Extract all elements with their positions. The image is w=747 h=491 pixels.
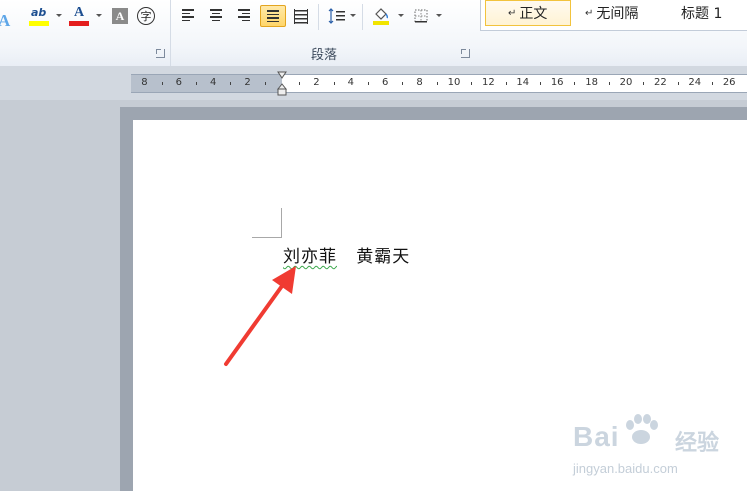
ribbon: A ab A A 字 段落 ↵ 正文 ↵ 无间隔 标题 1 bbox=[0, 0, 747, 67]
ruler-tick bbox=[333, 82, 335, 85]
ruler-number: 12 bbox=[482, 77, 495, 88]
ruler-number: 2 bbox=[313, 77, 320, 88]
enclosed-character-icon: 字 bbox=[140, 10, 152, 23]
borders-icon bbox=[414, 9, 428, 23]
styles-gallery: ↵ 正文 ↵ 无间隔 标题 1 bbox=[480, 0, 747, 31]
font-color-dropdown-icon[interactable] bbox=[96, 14, 102, 17]
align-center-button[interactable] bbox=[206, 5, 228, 27]
paragraph-mark-icon: ↵ bbox=[508, 7, 517, 19]
ruler-number: 4 bbox=[210, 77, 217, 88]
ruler-number: 20 bbox=[619, 77, 633, 88]
ruler-tick bbox=[574, 82, 576, 85]
ruler-tick bbox=[402, 82, 404, 85]
line-spacing-dropdown-icon[interactable] bbox=[350, 14, 356, 17]
highlight-icon: ab bbox=[31, 6, 47, 19]
style-label: 正文 bbox=[519, 6, 548, 22]
align-center-icon bbox=[210, 9, 222, 23]
ruler-tick bbox=[299, 82, 301, 85]
shading-button[interactable] bbox=[370, 5, 392, 27]
paragraph-separator-2 bbox=[362, 4, 363, 30]
text-name-2[interactable]: 黄霸天 bbox=[356, 247, 410, 267]
justify-button[interactable] bbox=[260, 5, 286, 27]
ruler-tick bbox=[677, 82, 679, 85]
margin-corner-mark bbox=[252, 237, 282, 238]
watermark-brand: Bai bbox=[573, 421, 620, 452]
font-group: A ab A A 字 bbox=[0, 0, 170, 66]
ruler-tick bbox=[505, 82, 507, 85]
red-arrow-annotation bbox=[224, 266, 296, 366]
ruler-number: 26 bbox=[722, 77, 736, 88]
ruler-tick bbox=[436, 82, 438, 85]
ruler-number: 18 bbox=[585, 77, 598, 88]
paragraph-group-label: 段落 bbox=[310, 48, 337, 63]
style-no-spacing[interactable]: ↵ 无间隔 bbox=[585, 0, 665, 26]
font-color-button[interactable]: A bbox=[68, 5, 90, 27]
ruler-number: 10 bbox=[447, 77, 461, 88]
align-left-icon bbox=[182, 9, 194, 23]
ruler-number: 14 bbox=[516, 77, 530, 88]
paragraph-separator bbox=[318, 4, 319, 30]
ruler-number: 22 bbox=[654, 77, 667, 88]
watermark-url: jingyan.baidu.com bbox=[573, 461, 678, 476]
paint-bucket-icon bbox=[373, 8, 389, 25]
ruler-tick bbox=[540, 82, 541, 85]
paragraph-mark-icon: ↵ bbox=[585, 7, 594, 19]
ruler-number: 4 bbox=[347, 77, 354, 88]
line-spacing-button[interactable] bbox=[326, 5, 348, 27]
style-label: 无间隔 bbox=[596, 6, 639, 22]
ruler-tick bbox=[471, 82, 473, 85]
style-label: 标题 1 bbox=[681, 6, 723, 22]
text-effect-button[interactable]: A bbox=[0, 5, 16, 30]
text-effect-icon: A bbox=[0, 11, 11, 30]
ruler-number: 16 bbox=[550, 77, 564, 88]
ruler-left-margin bbox=[131, 75, 282, 92]
highlight-color-button[interactable]: ab bbox=[28, 5, 50, 27]
text-space bbox=[343, 247, 349, 267]
horizontal-ruler[interactable]: 8 6 4 2 2 4 6 8 10 12 14 16 18 20 22 24 26 bbox=[131, 71, 747, 96]
ruler-number: 8 bbox=[416, 77, 423, 88]
font-color-swatch bbox=[69, 21, 89, 26]
ruler-tick bbox=[161, 82, 163, 85]
character-shading-button[interactable]: A bbox=[112, 8, 128, 24]
highlight-dropdown-icon[interactable] bbox=[56, 14, 62, 17]
align-right-icon bbox=[238, 9, 250, 23]
style-heading-1[interactable]: 标题 1 bbox=[681, 0, 747, 26]
paragraph-group: 段落 bbox=[172, 0, 476, 66]
ruler-number: 6 bbox=[175, 77, 182, 88]
watermark-brand-cn: 经验 bbox=[675, 431, 720, 456]
align-right-button[interactable] bbox=[234, 5, 256, 27]
ruler-tick bbox=[608, 82, 610, 85]
paw-logo-icon bbox=[626, 414, 658, 444]
distributed-button[interactable] bbox=[290, 5, 312, 27]
style-normal[interactable]: ↵ 正文 bbox=[485, 0, 571, 26]
enclosed-character-button[interactable]: 字 bbox=[137, 7, 155, 25]
ruler-tick bbox=[643, 82, 645, 85]
borders-button[interactable] bbox=[410, 5, 432, 27]
paragraph-dialog-launcher-icon[interactable] bbox=[461, 49, 470, 58]
ruler-tick bbox=[712, 82, 713, 85]
line-spacing-icon bbox=[328, 8, 345, 24]
borders-dropdown-icon[interactable] bbox=[436, 14, 442, 17]
ruler-tick bbox=[264, 82, 266, 85]
highlight-color-swatch bbox=[29, 21, 49, 26]
ruler-number: 6 bbox=[382, 77, 389, 88]
margin-corner-mark bbox=[281, 208, 282, 238]
ruler-number: 8 bbox=[141, 77, 148, 88]
ruler-tick bbox=[230, 82, 232, 85]
shading-dropdown-icon[interactable] bbox=[398, 14, 404, 17]
character-shading-icon: A bbox=[115, 8, 125, 23]
group-separator bbox=[170, 0, 171, 66]
font-color-icon: A bbox=[74, 5, 85, 20]
ruler-number: 24 bbox=[688, 77, 702, 88]
justify-icon bbox=[267, 10, 279, 24]
indent-marker-icon[interactable] bbox=[277, 71, 287, 97]
ruler-number: 2 bbox=[244, 77, 251, 88]
distributed-icon bbox=[294, 9, 308, 24]
font-dialog-launcher-icon[interactable] bbox=[156, 49, 165, 58]
baidu-watermark: Bai 经验 jingyan.baidu.com bbox=[565, 407, 747, 487]
ruler-tick bbox=[368, 82, 369, 85]
ruler-tick bbox=[196, 82, 197, 85]
align-left-button[interactable] bbox=[178, 5, 200, 27]
